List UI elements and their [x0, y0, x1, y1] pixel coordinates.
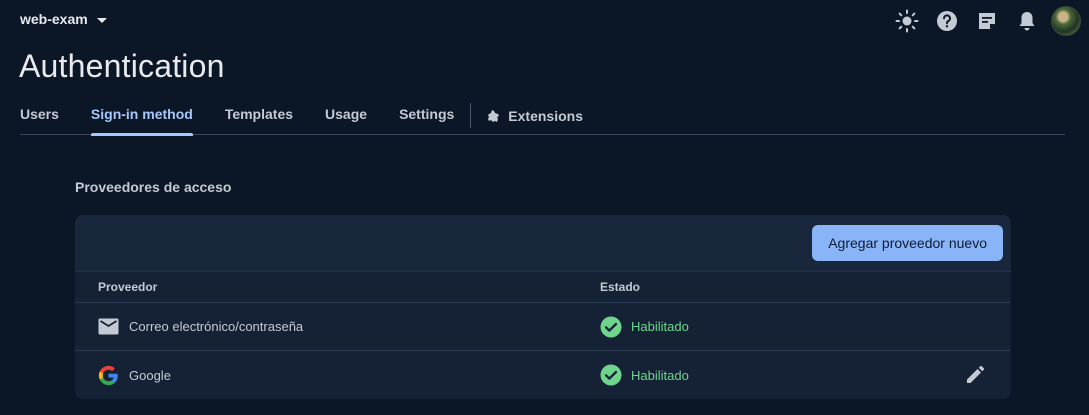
pencil-icon	[967, 365, 985, 383]
tab-bar: Users Sign-in method Templates Usage Set…	[20, 98, 1065, 136]
tab-sign-in-method[interactable]: Sign-in method	[90, 98, 193, 136]
extensions-icon	[488, 109, 500, 122]
card-header: Agregar proveedor nuevo	[75, 215, 1011, 271]
help-icon[interactable]	[927, 4, 967, 38]
top-bar: web-exam	[0, 0, 1089, 42]
provider-cell: Correo electrónico/contraseña	[75, 318, 600, 335]
status-badge: Habilitado	[631, 367, 689, 383]
tab-divider	[470, 103, 472, 128]
provider-name: Google	[129, 367, 171, 383]
tab-extensions-label: Extensions	[508, 107, 583, 124]
brightness-icon[interactable]	[887, 4, 927, 38]
add-provider-button[interactable]: Agregar proveedor nuevo	[812, 225, 1003, 261]
notifications-icon[interactable]	[1007, 4, 1047, 38]
tab-settings[interactable]: Settings	[399, 98, 454, 135]
email-icon	[98, 318, 119, 335]
table-row[interactable]: Google Habilitado	[75, 351, 1011, 399]
table-header: Proveedor Estado	[75, 272, 1011, 303]
edit-provider-button[interactable]	[963, 363, 987, 387]
providers-card: Agregar proveedor nuevo Proveedor Estado…	[75, 215, 1011, 399]
check-circle-icon	[600, 364, 622, 386]
notes-icon[interactable]	[967, 4, 1007, 38]
tab-users[interactable]: Users	[20, 98, 59, 135]
tab-extensions[interactable]: Extensions	[486, 98, 583, 135]
tab-templates[interactable]: Templates	[225, 98, 293, 135]
tab-usage[interactable]: Usage	[325, 98, 367, 135]
status-badge: Habilitado	[631, 319, 689, 334]
provider-cell: Google	[75, 365, 600, 386]
provider-name: Correo electrónico/contraseña	[129, 319, 304, 334]
page-title: Authentication	[19, 48, 225, 84]
project-name: web-exam	[20, 11, 88, 27]
status-cell: Habilitado	[600, 316, 689, 338]
check-circle-icon	[600, 316, 622, 337]
google-icon	[98, 365, 118, 385]
avatar[interactable]	[1051, 6, 1081, 36]
providers-table: Proveedor Estado Correo electrónico/cont…	[75, 271, 1011, 399]
top-actions	[887, 4, 1081, 38]
column-header-provider: Proveedor	[98, 280, 158, 294]
column-header-status: Estado	[600, 280, 641, 294]
project-selector[interactable]: web-exam	[20, 11, 107, 27]
section-title: Proveedores de acceso	[75, 179, 232, 195]
table-row[interactable]: Correo electrónico/contraseña Habilitado	[75, 303, 1011, 351]
status-cell: Habilitado	[600, 364, 689, 386]
chevron-down-icon	[96, 17, 107, 23]
